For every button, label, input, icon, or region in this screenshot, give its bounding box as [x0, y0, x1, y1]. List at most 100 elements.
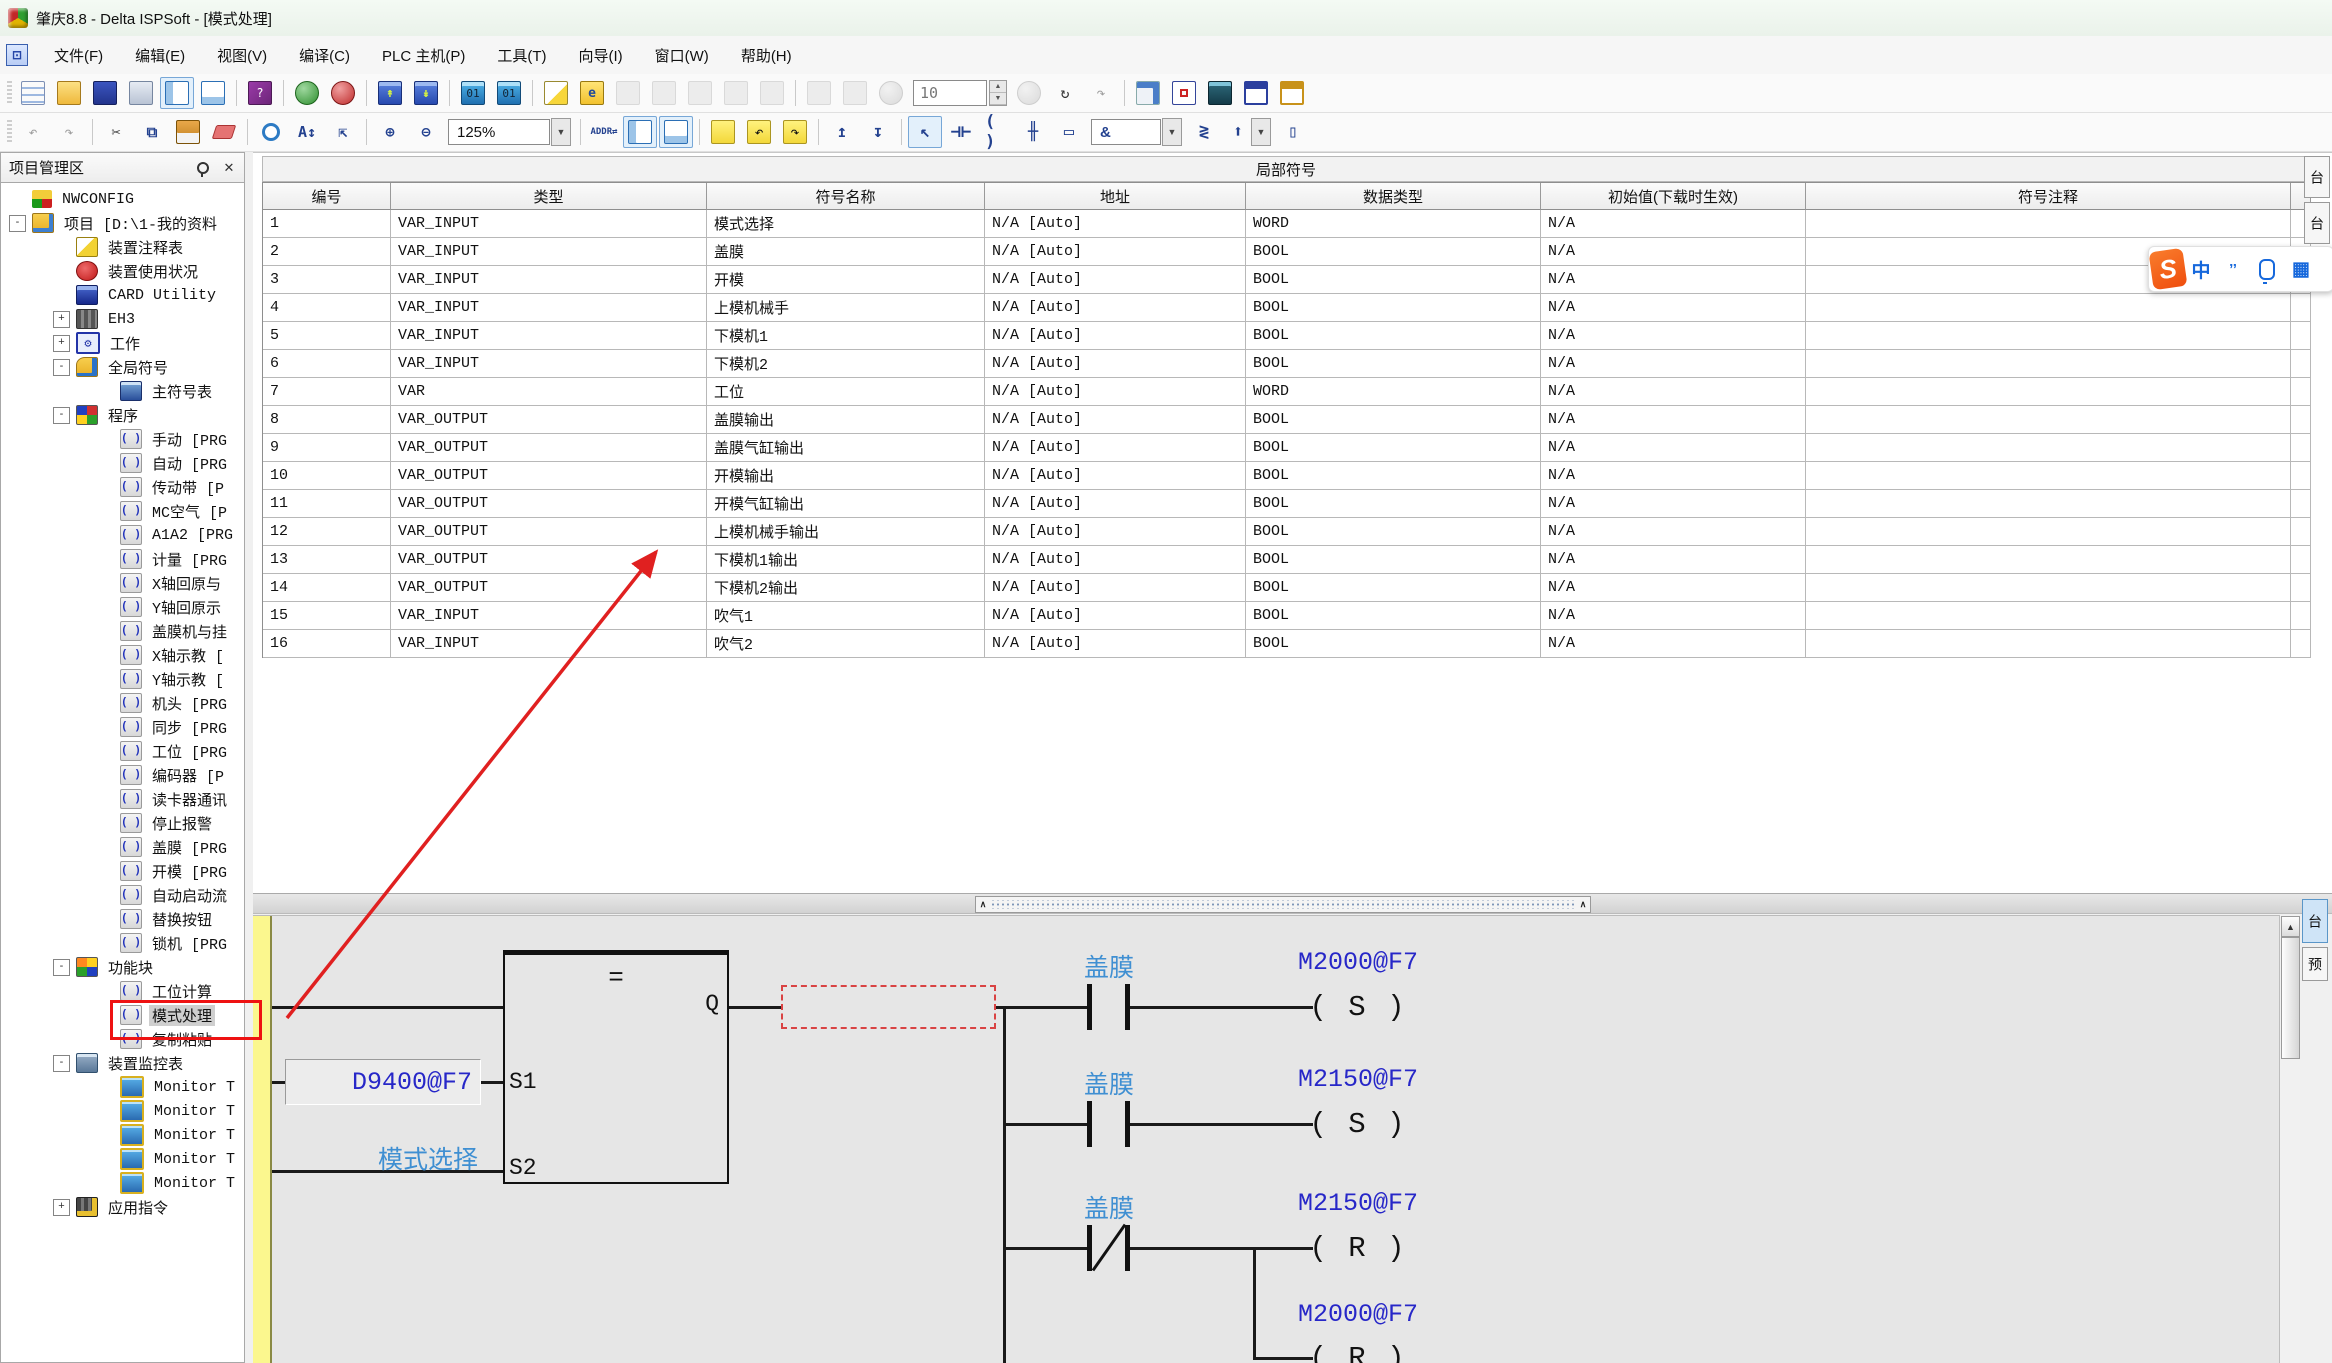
cell-r16-c7[interactable] [2291, 630, 2311, 658]
ladder-side-tab-preview[interactable]: 预 [2302, 947, 2328, 981]
operand-s2[interactable]: 模式选择 [353, 1140, 503, 1176]
tree-item-label[interactable]: 主符号表 [149, 381, 215, 402]
cell-r1-c0[interactable]: 1 [263, 210, 391, 238]
cell-r11-c5[interactable]: N/A [1541, 490, 1806, 518]
cell-r4-c1[interactable]: VAR_INPUT [391, 294, 707, 322]
tree-item-label[interactable]: 项目 [D:\1-我的资料 [61, 213, 220, 234]
tree-item-32[interactable]: -功能块 [1, 955, 244, 979]
cell-r11-c2[interactable]: 开模气缸输出 [707, 490, 985, 518]
tree-item-3[interactable]: 装置使用状况 [1, 259, 244, 283]
contact-bar[interactable] [1087, 984, 1092, 1030]
print-button[interactable] [124, 77, 158, 109]
output-window-button[interactable] [196, 77, 230, 109]
tree-item-17[interactable]: ( )Y轴回原示 [1, 595, 244, 619]
cell-r3-c1[interactable]: VAR_INPUT [391, 266, 707, 294]
address-toggle-button[interactable]: ADDR⇄ [587, 116, 621, 148]
rung3-coil-address[interactable]: M2150@F7 [1283, 1189, 1433, 1218]
compare-function-block[interactable]: = Q S1 S2 [503, 950, 729, 1184]
tree-item-label[interactable]: 装置监控表 [105, 1053, 186, 1074]
tree-item-9[interactable]: -程序 [1, 403, 244, 427]
tree-item-label[interactable]: Monitor T [151, 1079, 238, 1096]
menu-item-6[interactable]: 向导(I) [562, 39, 638, 72]
tree-item-40[interactable]: Monitor T [1, 1147, 244, 1171]
cell-r3-c5[interactable]: N/A [1541, 266, 1806, 294]
cell-r9-c1[interactable]: VAR_OUTPUT [391, 434, 707, 462]
table-row[interactable]: 1VAR_INPUT模式选择N/A [Auto]WORDN/A [263, 210, 2311, 238]
pause-disabled-button[interactable] [874, 77, 908, 109]
network-insert-above-button[interactable]: ↥ [825, 116, 859, 148]
rung2-coil-address[interactable]: M2150@F7 [1283, 1065, 1433, 1094]
cell-r10-c1[interactable]: VAR_OUTPUT [391, 462, 707, 490]
cell-r13-c1[interactable]: VAR_OUTPUT [391, 546, 707, 574]
table-row[interactable]: 9VAR_OUTPUT盖膜气缸输出N/A [Auto]BOOLN/A [263, 434, 2311, 462]
cell-r15-c4[interactable]: BOOL [1246, 602, 1541, 630]
tree-item-label[interactable]: Monitor T [151, 1103, 238, 1120]
tree-item-label[interactable]: 工位计算 [149, 981, 215, 1002]
rung2-contact-label[interactable]: 盖膜 [1034, 1065, 1184, 1101]
cell-r7-c5[interactable]: N/A [1541, 378, 1806, 406]
mdi-child-icon[interactable]: ⊡ [6, 44, 28, 66]
zoom-out-button[interactable]: ⊖ [409, 116, 443, 148]
cut-button[interactable]: ✂ [99, 116, 133, 148]
spin-down-icon[interactable]: ▼ [990, 93, 1006, 105]
cell-r13-c0[interactable]: 13 [263, 546, 391, 574]
monitor-table-blue-button[interactable] [1239, 77, 1273, 109]
cell-r12-c2[interactable]: 上模机械手输出 [707, 518, 985, 546]
cell-r14-c4[interactable]: BOOL [1246, 574, 1541, 602]
scroll-up-icon[interactable]: ▲ [2281, 916, 2300, 937]
cell-r15-c3[interactable]: N/A [Auto] [985, 602, 1246, 630]
menu-item-8[interactable]: 帮助(H) [725, 39, 808, 72]
save-button[interactable] [88, 77, 122, 109]
tree-item-label[interactable]: 传动带 [P [149, 477, 227, 498]
tree-item-label[interactable]: 工位 [PRG [149, 741, 230, 762]
goto-button[interactable]: ⇱ [326, 116, 360, 148]
tree-item-7[interactable]: -全局符号 [1, 355, 244, 379]
tree-item-label[interactable]: MC空气 [P [149, 501, 230, 522]
pin-icon[interactable] [192, 158, 214, 178]
tree-item-16[interactable]: ( )X轴回原与 [1, 571, 244, 595]
tree-item-36[interactable]: -装置监控表 [1, 1051, 244, 1075]
new-file-button[interactable] [16, 77, 50, 109]
tree-item-label[interactable]: 装置注释表 [105, 237, 186, 258]
cell-r8-c7[interactable] [2291, 406, 2311, 434]
cell-r14-c2[interactable]: 下模机2输出 [707, 574, 985, 602]
cell-r5-c5[interactable]: N/A [1541, 322, 1806, 350]
cell-r10-c0[interactable]: 10 [263, 462, 391, 490]
column-header-1[interactable]: 类型 [391, 183, 707, 210]
cell-r7-c1[interactable]: VAR [391, 378, 707, 406]
tree-item-4[interactable]: CARD Utility [1, 283, 244, 307]
device-monitor-table-button[interactable] [1203, 77, 1237, 109]
rung3-contact-label[interactable]: 盖膜 [1034, 1189, 1184, 1225]
cell-r8-c4[interactable]: BOOL [1246, 406, 1541, 434]
table-row[interactable]: 13VAR_OUTPUT下模机1输出N/A [Auto]BOOLN/A [263, 546, 2311, 574]
contact-bar[interactable] [1125, 984, 1130, 1030]
cell-r5-c6[interactable] [1806, 322, 2291, 350]
tree-item-25[interactable]: ( )读卡器通讯 [1, 787, 244, 811]
table-row[interactable]: 15VAR_INPUT吹气1N/A [Auto]BOOLN/A [263, 602, 2311, 630]
paste-button[interactable] [171, 116, 205, 148]
table-row[interactable]: 7VAR工位N/A [Auto]WORDN/A [263, 378, 2311, 406]
bookmark-1-button[interactable] [706, 116, 740, 148]
parallel-contact-tool-button[interactable]: ╫ [1016, 116, 1050, 148]
cell-r1-c3[interactable]: N/A [Auto] [985, 210, 1246, 238]
tree-item-28[interactable]: ( )开模 [PRG [1, 859, 244, 883]
cell-r9-c7[interactable] [2291, 434, 2311, 462]
tree-item-label[interactable]: 替换按钮 [149, 909, 215, 930]
cell-r1-c2[interactable]: 模式选择 [707, 210, 985, 238]
rung4-coil-address[interactable]: M2000@F7 [1283, 1300, 1433, 1329]
tree-item-20[interactable]: ( )Y轴示教 [ [1, 667, 244, 691]
tree-item-31[interactable]: ( )锁机 [PRG [1, 931, 244, 955]
tree-item-label[interactable]: 功能块 [105, 957, 156, 978]
ladder-vertical-scrollbar[interactable]: ▲ [2279, 915, 2300, 1363]
menu-item-4[interactable]: PLC 主机(P) [366, 39, 481, 72]
function-block-tool-button[interactable]: ▭ [1052, 116, 1086, 148]
scrollbar-thumb[interactable] [2281, 937, 2300, 1059]
cell-r6-c5[interactable]: N/A [1541, 350, 1806, 378]
tree-expander-icon[interactable]: + [53, 335, 70, 352]
tree-item-41[interactable]: Monitor T [1, 1171, 244, 1195]
tree-item-label[interactable]: 盖膜机与挂 [149, 621, 230, 642]
cell-r16-c6[interactable] [1806, 630, 2291, 658]
tree-item-8[interactable]: 主符号表 [1, 379, 244, 403]
rung3-reset-coil[interactable]: ( R ) [1298, 1229, 1418, 1267]
cell-r3-c0[interactable]: 3 [263, 266, 391, 294]
